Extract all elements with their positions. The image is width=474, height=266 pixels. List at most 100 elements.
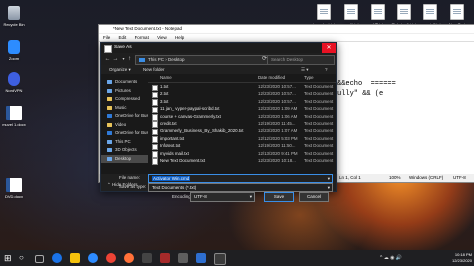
this-pc-icon (139, 58, 145, 62)
edge-icon[interactable] (52, 253, 62, 263)
zoom-taskbar-icon[interactable] (88, 253, 98, 263)
folder-icon (107, 88, 112, 93)
view-options-icon[interactable]: ☰ ▾ (301, 65, 309, 74)
file-name-value: Activator Win.cmd (152, 176, 191, 181)
encoding-select[interactable]: UTF-8 ▾ (190, 192, 255, 202)
nav-item-music[interactable]: Music (101, 104, 148, 113)
windows-start-icon[interactable]: ⊞ (4, 253, 14, 263)
nav-item-3d-objects[interactable]: 3D Objects (101, 146, 148, 155)
file-row[interactable]: Infotext.txt 12/19/2020 11:50... Text Docu… (148, 142, 336, 151)
notepad-taskbar-icon[interactable] (214, 253, 226, 265)
app-icon[interactable] (196, 253, 206, 263)
file-name: Infotext.txt (160, 143, 181, 149)
organize-button[interactable]: Organize ▾ (109, 65, 131, 74)
file-row[interactable]: credit.txt 12/19/2020 11:45... Text Docume… (148, 120, 336, 128)
save-as-dialog[interactable]: Save As ✕ ← → ▾ ↑ This PC › Desktop ⟳ Se… (100, 42, 337, 192)
clock-time: 10:18 PM (454, 252, 472, 257)
file-type: Text Document (304, 98, 334, 104)
desktop-icon-label: Recycle Bin (3, 22, 25, 27)
text-file-icon (152, 158, 158, 165)
up-arrow-icon[interactable]: ↑ (126, 55, 133, 63)
file-row[interactable]: myvids mail.txt 12/13/2020 9:41 PM Text Do… (148, 150, 336, 158)
file-row[interactable]: important.txt 12/12/2020 5:03 PM Text Docu… (148, 135, 336, 143)
nordvpn-icon (8, 72, 20, 86)
file-name: credit.txt (160, 120, 177, 126)
file-name: 3.txt (160, 98, 169, 104)
app-icon[interactable] (160, 253, 170, 263)
text-file-icon (397, 4, 411, 20)
close-button[interactable]: ✕ (322, 43, 336, 53)
file-date: 12/23/2020 1:07 AM (258, 128, 298, 134)
system-tray-icons[interactable]: ^ ☁ ◉ 🔊 (380, 255, 402, 261)
word-doc-icon (6, 106, 22, 120)
save-button[interactable]: Save (264, 192, 294, 202)
back-arrow-icon[interactable]: ← (104, 55, 111, 63)
hide-folders-toggle[interactable]: ⌃ Hide Folders (107, 182, 147, 188)
file-name: course + canvas-Grammerly.txt (160, 113, 221, 119)
file-row[interactable]: 11 jan_ vyper-paypal-scribd.txt 12/23/202… (148, 105, 336, 114)
file-explorer-icon[interactable] (70, 253, 80, 263)
menu-file[interactable]: File (103, 35, 110, 40)
file-type: Text Document (304, 84, 334, 89)
search-icon[interactable]: ○ (19, 253, 29, 263)
menu-help[interactable]: Help (175, 35, 184, 40)
menu-edit[interactable]: Edit (119, 35, 127, 40)
nav-item-pictures[interactable]: Pictures (101, 87, 148, 96)
new-folder-button[interactable]: New folder (143, 65, 165, 74)
recycle-bin-icon (8, 6, 20, 20)
taskbar: ⊞ ○ ^ ☁ ◉ 🔊 10:18 PM 12/23/2020 (0, 250, 474, 266)
cancel-button[interactable]: Cancel (299, 192, 329, 202)
nav-item-label: Pictures (115, 87, 131, 93)
chevron-down-icon: ▾ (249, 194, 252, 199)
file-name: 2.txt (160, 91, 169, 97)
chrome-icon[interactable] (106, 253, 116, 263)
file-date: 12/23/2020 10:18... (258, 157, 296, 163)
save-as-icon (104, 45, 112, 53)
app-icon[interactable] (142, 253, 152, 263)
desktop-icon-zoom[interactable]: Zoom (1, 40, 27, 61)
column-date-modified[interactable]: Date modified (258, 74, 285, 82)
column-type[interactable]: Type (304, 74, 314, 82)
save-type-select[interactable]: Text Documents (*.txt) ▾ (148, 183, 333, 192)
app-icon[interactable] (178, 253, 188, 263)
search-input[interactable]: Search Desktop (267, 55, 335, 65)
nav-item-this-pc[interactable]: This PC (101, 138, 148, 147)
nav-item-video[interactable]: Video (101, 121, 148, 130)
file-name: New Text Document.txt (160, 157, 206, 163)
nav-item-label: Video (115, 121, 127, 127)
nav-item-compressed[interactable]: Compressed (101, 95, 148, 104)
desktop-icon-label: DVD.docx (4, 194, 23, 199)
status-zoom: 100% (389, 175, 401, 180)
nav-item-onedrive-2[interactable]: OneDrive for Busi (101, 129, 150, 138)
file-row[interactable]: Grammerly_Business_By_Shakib_2020.txt 12/… (148, 127, 336, 136)
file-row[interactable]: 2.txt 12/23/2020 10:57... Text Document (148, 90, 336, 99)
help-icon[interactable]: ? (325, 65, 328, 74)
file-row[interactable]: New Text Document.txt 12/23/2020 10:18...… (148, 157, 336, 165)
column-name[interactable]: Name (160, 74, 172, 82)
file-type: Text Document (304, 113, 334, 119)
hide-folders-label: Hide Folders (112, 182, 138, 187)
menu-format[interactable]: Format (135, 35, 149, 40)
file-row[interactable]: 3.txt 12/23/2020 10:57... Text Document (148, 98, 336, 106)
desktop-icon-nordvpn[interactable]: NordVPN (1, 72, 27, 93)
dialog-title-bar: Save As ✕ (101, 43, 336, 53)
nav-item-documents[interactable]: Documents (101, 78, 148, 87)
file-row[interactable]: 1.txt 12/23/2020 10:57... Text Document (148, 83, 336, 91)
nav-item-onedrive-1[interactable]: OneDrive for Busi (101, 112, 150, 121)
firefox-icon[interactable] (124, 253, 134, 263)
file-row[interactable]: course + canvas-Grammerly.txt 12/23/2020 … (148, 113, 336, 121)
desktop-icon-recycle-bin[interactable]: Recycle Bin (1, 6, 27, 27)
clock[interactable]: 10:18 PM 12/23/2020 (452, 252, 472, 263)
notepad-menu-bar: File Edit Format View Help (99, 34, 474, 42)
notepad-text-area[interactable]: &&echo ====== ully" && (e (337, 79, 396, 99)
desktop-icon-dvd-docx[interactable]: DVD.docx (1, 178, 27, 199)
file-name-input[interactable]: Activator Win.cmd ▾ (148, 174, 333, 183)
desktop-icon-muvel-docx[interactable]: muvel 1.docx (1, 106, 27, 127)
forward-arrow-icon[interactable]: → (112, 55, 119, 63)
notepad-text-line: ully" && (e (337, 90, 384, 98)
nav-item-desktop[interactable]: Desktop (101, 154, 148, 163)
menu-view[interactable]: View (157, 35, 167, 40)
breadcrumb[interactable]: This PC › Desktop (135, 55, 274, 65)
file-date: 12/23/2020 10:57... (258, 84, 296, 89)
task-view-icon[interactable] (35, 255, 44, 263)
